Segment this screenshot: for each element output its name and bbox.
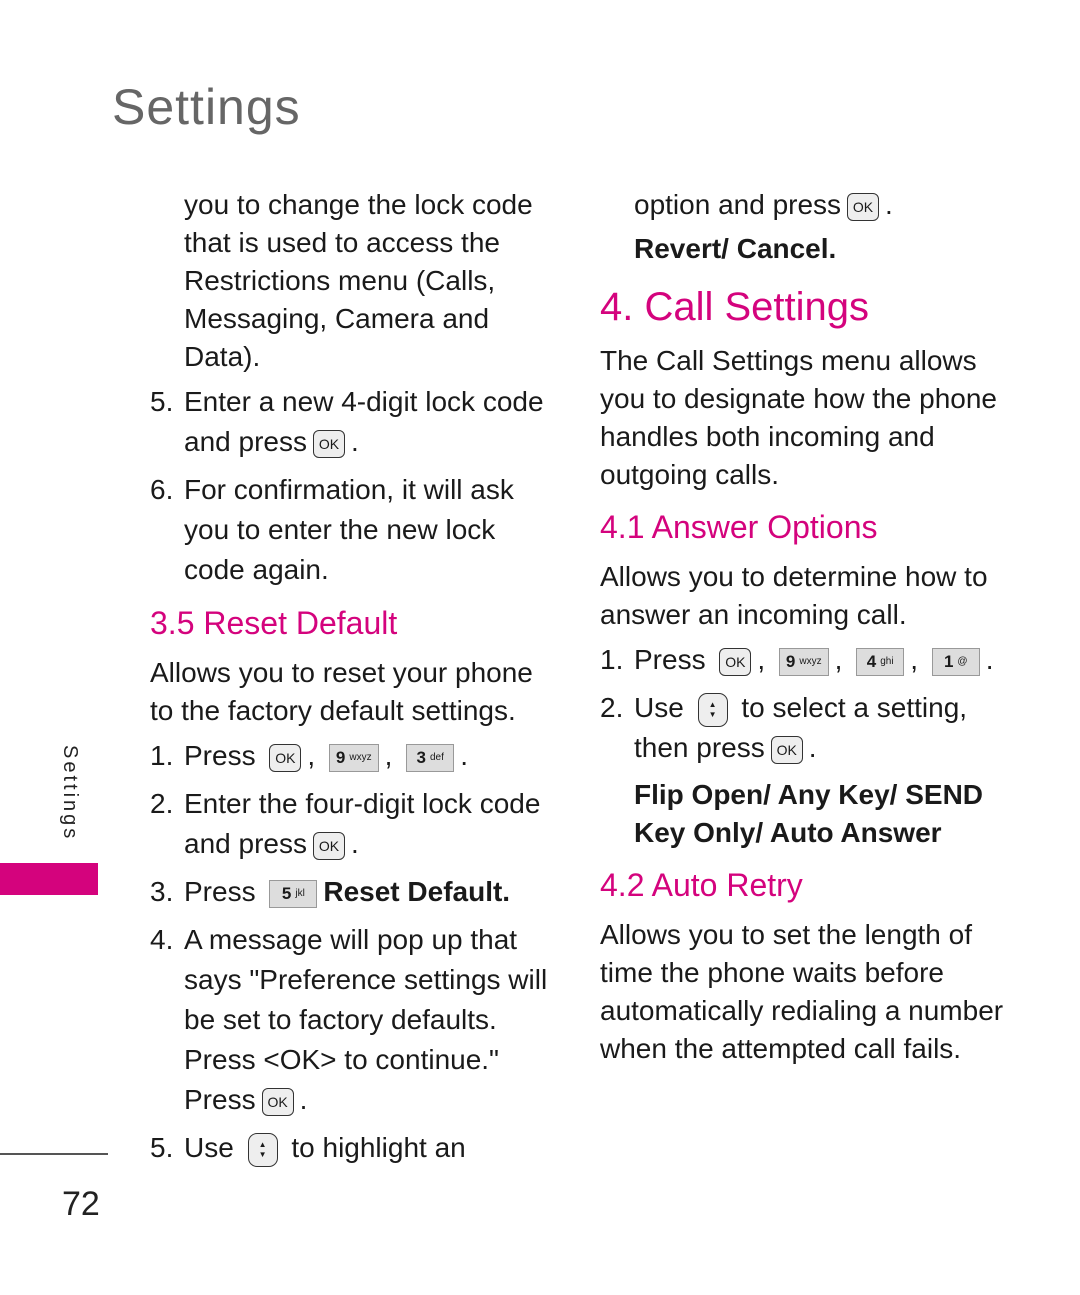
subsection-description: Allows you to determine how to answer an… (600, 561, 988, 630)
step-item: 1. Press OK, 9 wxyz, 3 def. (150, 740, 468, 772)
ok-key-icon: OK (719, 647, 752, 676)
step-item: 2. Enter the four-digit lock code and pr… (150, 788, 541, 860)
nav-updown-key-icon: ▲ ▼ (247, 1132, 278, 1167)
option-label: Flip Open/ Any Key/ SEND Key Only/ Auto … (634, 779, 984, 848)
ok-key-icon: OK (770, 735, 803, 764)
continued-text: option and press OK. (634, 189, 893, 221)
continued-text: you to change the lock code that is used… (184, 189, 533, 372)
ok-key-icon: OK (269, 743, 302, 772)
step-item: 3. Press 5 jkl Reset Default. (150, 876, 511, 908)
side-section-tab: Settings (59, 745, 81, 842)
subsection-heading-answer-options: 4.1 Answer Options (600, 509, 878, 545)
ok-key-icon: OK (312, 831, 345, 860)
side-accent-bar (0, 863, 98, 895)
page-number: 72 (62, 1185, 100, 1223)
step-item: 6. For confirmation, it will ask you to … (150, 474, 514, 585)
page-title: Settings (112, 79, 301, 135)
section-heading-call-settings: 4. Call Settings (600, 285, 870, 329)
footer-divider (0, 1153, 108, 1155)
key-4-icon: 4 ghi (856, 647, 905, 676)
step-item: 5. Use ▲ ▼ to highlight an (150, 1128, 560, 1168)
subsection-description: Allows you to set the length of time the… (600, 919, 1004, 1064)
ok-key-icon: OK (261, 1087, 294, 1116)
ok-key-icon: OK (847, 192, 880, 221)
right-column: option and press OK. Revert/ Cancel. 4. C… (600, 186, 1020, 1074)
step-item: 2. Use ▲ ▼ to select a setting, then pres… (600, 692, 968, 764)
key-1-voicemail-icon: 1 @ (931, 647, 980, 676)
key-3-icon: 3 def (406, 743, 455, 772)
nav-updown-key-icon: ▲ ▼ (697, 692, 728, 727)
section-description: Allows you to reset your phone to the fa… (150, 657, 533, 726)
step-item: 4. A message will pop up that says "Pref… (150, 924, 548, 1116)
subsection-heading-auto-retry: 4.2 Auto Retry (600, 867, 803, 903)
section-heading-reset-default: 3.5 Reset Default (150, 605, 398, 641)
ok-key-icon: OK (312, 429, 345, 458)
key-5-icon: 5 jkl (269, 879, 318, 908)
left-column: you to change the lock code that is used… (150, 186, 560, 1176)
key-9-icon: 9 wxyz (778, 647, 829, 676)
key-9-icon: 9 wxyz (328, 743, 379, 772)
section-description: The Call Settings menu allows you to des… (600, 345, 997, 490)
step-item: 1. Press OK, 9 wxyz, 4 ghi, 1 @. (600, 644, 994, 676)
option-label: Reset Default. (323, 876, 511, 907)
step-item: 5. Enter a new 4-digit lock code and pre… (150, 386, 544, 458)
option-label: Revert/ Cancel. (634, 233, 837, 264)
